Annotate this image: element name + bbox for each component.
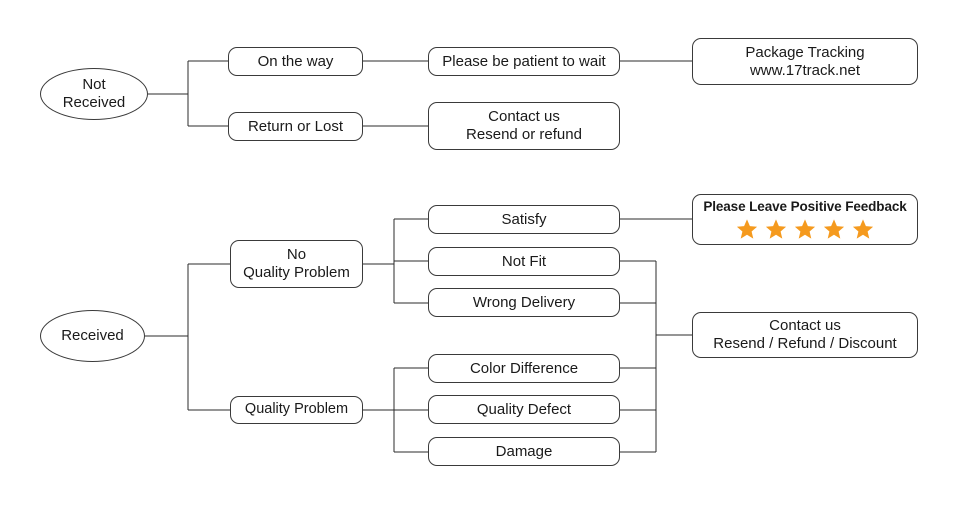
- star-icon[interactable]: [852, 218, 874, 240]
- node-package-tracking-label-1: Package Tracking: [745, 43, 865, 61]
- node-contact-resend-refund-discount-label-1: Contact us: [769, 317, 841, 335]
- node-please-be-patient-label: Please be patient to wait: [442, 52, 606, 70]
- node-no-quality-problem-label-2: Quality Problem: [243, 264, 350, 281]
- node-quality-defect-label: Quality Defect: [476, 400, 572, 418]
- node-quality-problem[interactable]: Quality Problem: [230, 396, 363, 424]
- node-return-or-lost-label: Return or Lost: [247, 117, 344, 135]
- root-not-received-label-1: Not: [82, 76, 106, 94]
- star-rating[interactable]: [736, 218, 874, 240]
- node-positive-feedback[interactable]: Please Leave Positive Feedback: [692, 194, 918, 245]
- root-not-received[interactable]: Not Received: [40, 68, 148, 120]
- node-positive-feedback-title: Please Leave Positive Feedback: [703, 199, 907, 215]
- node-color-difference-label: Color Difference: [469, 359, 579, 377]
- star-icon[interactable]: [794, 218, 816, 240]
- node-return-or-lost[interactable]: Return or Lost: [228, 112, 363, 141]
- node-color-difference[interactable]: Color Difference: [428, 354, 620, 383]
- node-package-tracking[interactable]: Package Tracking www.17track.net: [692, 38, 918, 85]
- root-not-received-label-2: Received: [62, 94, 126, 111]
- node-contact-resend-refund-discount-label-2: Resend / Refund / Discount: [713, 335, 897, 352]
- node-damage-label: Damage: [495, 442, 553, 460]
- node-not-fit[interactable]: Not Fit: [428, 247, 620, 276]
- node-quality-problem-label: Quality Problem: [244, 401, 349, 418]
- root-received-label: Received: [61, 327, 124, 345]
- node-contact-resend-refund[interactable]: Contact us Resend or refund: [428, 102, 620, 150]
- star-icon[interactable]: [736, 218, 758, 240]
- node-contact-resend-refund-label-1: Contact us: [488, 108, 560, 126]
- root-received[interactable]: Received: [40, 310, 145, 362]
- node-damage[interactable]: Damage: [428, 437, 620, 466]
- node-package-tracking-label-2: www.17track.net: [749, 61, 861, 79]
- node-please-be-patient[interactable]: Please be patient to wait: [428, 47, 620, 76]
- node-wrong-delivery[interactable]: Wrong Delivery: [428, 288, 620, 317]
- star-icon[interactable]: [823, 218, 845, 240]
- node-satisfy[interactable]: Satisfy: [428, 205, 620, 234]
- star-icon[interactable]: [765, 218, 787, 240]
- node-on-the-way-label: On the way: [257, 52, 334, 70]
- node-on-the-way[interactable]: On the way: [228, 47, 363, 76]
- node-quality-defect[interactable]: Quality Defect: [428, 395, 620, 424]
- node-no-quality-problem[interactable]: No Quality Problem: [230, 240, 363, 288]
- node-not-fit-label: Not Fit: [501, 252, 547, 270]
- node-satisfy-label: Satisfy: [501, 210, 547, 228]
- flowchart-canvas: Not Received On the way Return or Lost P…: [0, 0, 960, 513]
- node-contact-resend-refund-label-2: Resend or refund: [466, 126, 582, 143]
- node-no-quality-problem-label-1: No: [286, 246, 307, 264]
- node-contact-resend-refund-discount[interactable]: Contact us Resend / Refund / Discount: [692, 312, 918, 358]
- node-wrong-delivery-label: Wrong Delivery: [472, 293, 576, 311]
